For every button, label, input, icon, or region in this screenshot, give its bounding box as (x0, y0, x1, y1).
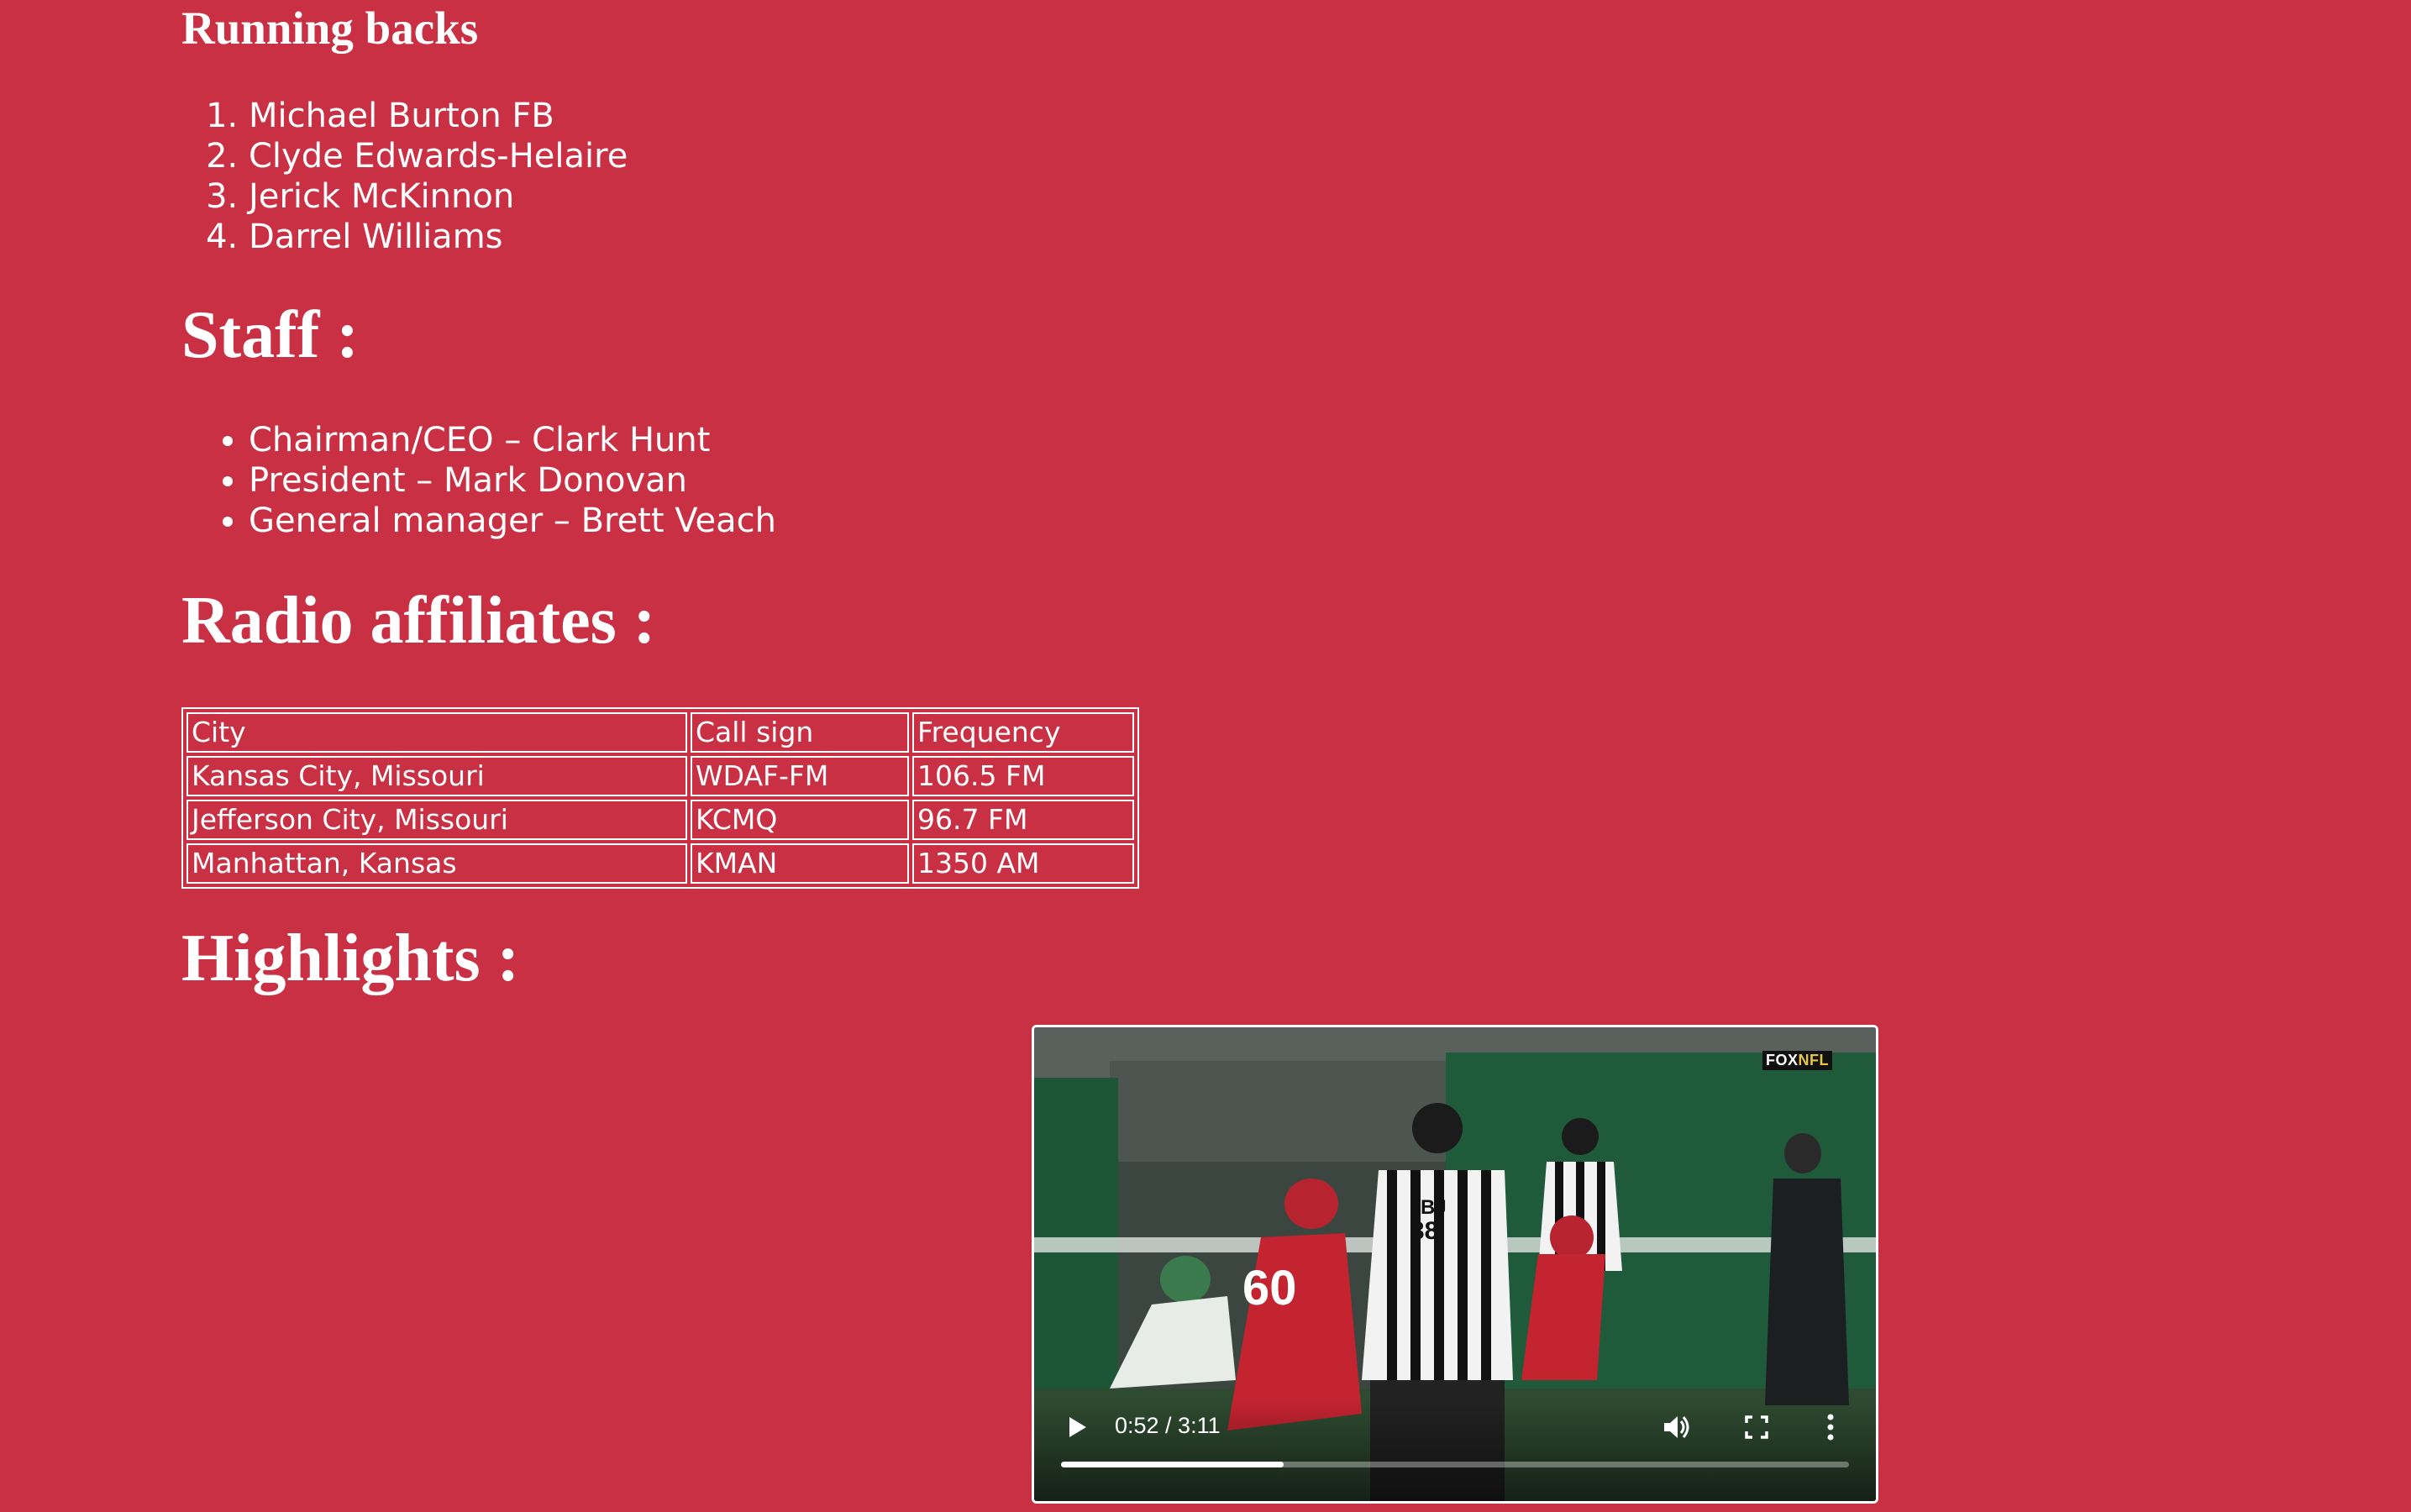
list-item: Darrel Williams (249, 217, 628, 257)
fullscreen-button[interactable] (1741, 1412, 1772, 1442)
column-header: Frequency (912, 712, 1134, 753)
table-cell: 106.5 FM (912, 756, 1134, 796)
fox-wordmark: FOX (1765, 1052, 1799, 1068)
table-cell: 96.7 FM (912, 800, 1134, 840)
table-cell: Manhattan, Kansas (186, 843, 687, 884)
highlights-video-player[interactable]: 60 BJ 38 FOXNFL 0:52 / 3:11 (1032, 1025, 1878, 1504)
list-item: Chairman/CEO – Clark Hunt (249, 420, 776, 460)
table-cell: 1350 AM (912, 843, 1134, 884)
video-progress-bar[interactable] (1061, 1462, 1849, 1467)
table-row: Jefferson City, Missouri KCMQ 96.7 FM (186, 800, 1134, 840)
jersey-number: 60 (1242, 1261, 1297, 1315)
more-options-icon (1827, 1414, 1834, 1441)
volume-icon (1664, 1416, 1689, 1438)
list-item: Clyde Edwards-Helaire (249, 136, 628, 176)
table-row: Kansas City, Missouri WDAF-FM 106.5 FM (186, 756, 1134, 796)
fullscreen-icon (1745, 1415, 1768, 1439)
list-item: General manager – Brett Veach (249, 501, 776, 541)
staff-heading: Staff : (181, 298, 360, 372)
broadcaster-logo: FOXNFL (1762, 1051, 1832, 1070)
video-controls: 0:52 / 3:11 (1034, 1400, 1876, 1501)
running-backs-list: Michael Burton FB Clyde Edwards-Helaire … (181, 96, 628, 257)
staff-list: Chairman/CEO – Clark Hunt President – Ma… (181, 420, 776, 541)
radio-affiliates-heading: Radio affiliates : (181, 584, 656, 658)
list-item: Jerick McKinnon (249, 176, 628, 217)
play-button[interactable] (1061, 1412, 1091, 1442)
column-header: City (186, 712, 687, 753)
running-backs-heading: Running backs (181, 3, 479, 54)
official-number: 38 (1410, 1217, 1438, 1245)
highlights-heading: Highlights : (181, 921, 520, 995)
list-item: Michael Burton FB (249, 96, 628, 136)
table-cell: WDAF-FM (691, 756, 909, 796)
radio-affiliates-table: City Call sign Frequency Kansas City, Mi… (181, 707, 1139, 889)
column-header: Call sign (691, 712, 909, 753)
table-cell: KMAN (691, 843, 909, 884)
table-cell: Jefferson City, Missouri (186, 800, 687, 840)
more-options-button[interactable] (1820, 1410, 1841, 1444)
table-row: Manhattan, Kansas KMAN 1350 AM (186, 843, 1134, 884)
table-cell: KCMQ (691, 800, 909, 840)
nfl-wordmark: NFL (1798, 1052, 1829, 1068)
video-time-display: 0:52 / 3:11 (1115, 1413, 1221, 1438)
volume-button[interactable] (1659, 1410, 1693, 1444)
list-item: President – Mark Donovan (249, 460, 776, 501)
table-header-row: City Call sign Frequency (186, 712, 1134, 753)
official-label: BJ (1421, 1196, 1447, 1219)
play-icon (1069, 1417, 1086, 1437)
video-progress-fill (1061, 1462, 1284, 1467)
table-cell: Kansas City, Missouri (186, 756, 687, 796)
